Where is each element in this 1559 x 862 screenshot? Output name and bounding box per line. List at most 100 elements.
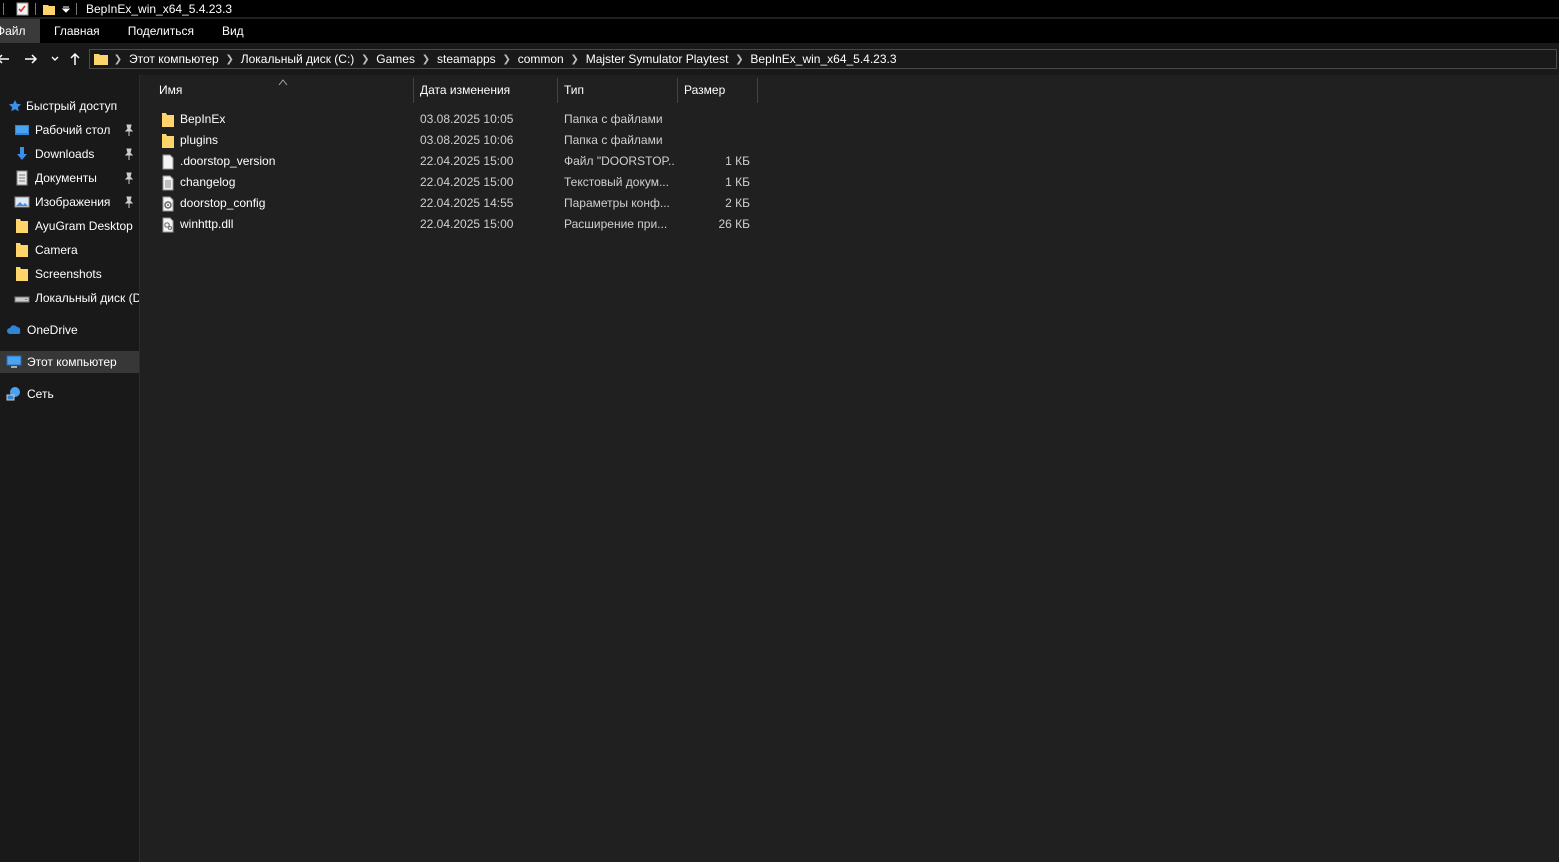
navigation-bar: ❯ Этот компьютер ❯ Локальный диск (C:) ❯… bbox=[0, 43, 1559, 75]
file-name: winhttp.dll bbox=[180, 217, 234, 231]
pin-icon[interactable] bbox=[123, 195, 135, 209]
sidebar-item-network[interactable]: Сеть bbox=[0, 383, 139, 405]
file-row-doorstop-version[interactable]: .doorstop_version 22.04.2025 15:00 Файл … bbox=[140, 151, 760, 172]
pin-icon[interactable] bbox=[123, 171, 135, 185]
desktop-icon bbox=[14, 122, 30, 138]
file-name: BepInEx bbox=[180, 112, 226, 126]
breadcrumb-item[interactable]: Majster Symulator Playtest bbox=[583, 52, 732, 66]
new-folder-icon[interactable] bbox=[42, 2, 56, 16]
file-name: plugins bbox=[180, 133, 219, 147]
breadcrumb-chevron-icon[interactable]: ❯ bbox=[731, 54, 747, 65]
breadcrumb-item[interactable]: common bbox=[515, 52, 567, 66]
file-name: changelog bbox=[180, 175, 236, 189]
star-icon bbox=[7, 98, 23, 114]
breadcrumb-chevron-icon[interactable]: ❯ bbox=[110, 54, 126, 65]
tab-view[interactable]: Вид bbox=[208, 19, 258, 43]
file-date: 22.04.2025 15:00 bbox=[420, 217, 514, 231]
file-date: 22.04.2025 15:00 bbox=[420, 175, 514, 189]
file-row-winhttp-dll[interactable]: winhttp.dll 22.04.2025 15:00 Расширение … bbox=[140, 214, 760, 235]
quick-access-separator bbox=[35, 2, 36, 15]
column-divider[interactable] bbox=[557, 78, 558, 103]
pin-icon[interactable] bbox=[123, 123, 135, 137]
recent-locations-chevron-icon[interactable] bbox=[44, 47, 66, 71]
config-file-icon bbox=[161, 196, 175, 212]
tab-share[interactable]: Поделиться bbox=[114, 19, 208, 43]
sidebar-item-camera[interactable]: Camera bbox=[0, 239, 139, 261]
text-file-icon bbox=[161, 175, 175, 191]
file-date: 03.08.2025 10:06 bbox=[420, 133, 514, 147]
cloud-icon bbox=[6, 322, 22, 338]
breadcrumb-item[interactable]: Локальный диск (C:) bbox=[238, 52, 358, 66]
sidebar-item-local-disk-d[interactable]: Локальный диск (D bbox=[0, 287, 139, 309]
file-size bbox=[690, 130, 750, 151]
column-divider[interactable] bbox=[677, 78, 678, 103]
customize-toolbar-chevron-icon[interactable] bbox=[59, 2, 73, 16]
sidebar-item-quick-access[interactable]: Быстрый доступ bbox=[0, 95, 139, 117]
sidebar-item-this-pc[interactable]: Этот компьютер bbox=[0, 351, 139, 373]
breadcrumb-item[interactable]: steamapps bbox=[434, 52, 499, 66]
file-row-doorstop-config[interactable]: doorstop_config 22.04.2025 14:55 Парамет… bbox=[140, 193, 760, 214]
column-header-type[interactable]: Тип bbox=[564, 77, 674, 103]
file-size: 1 КБ bbox=[725, 175, 750, 189]
file-row-bepinex[interactable]: BepInEx 03.08.2025 10:05 Папка с файлами bbox=[140, 109, 760, 130]
document-icon bbox=[14, 170, 30, 186]
breadcrumb-chevron-icon[interactable]: ❯ bbox=[357, 54, 373, 65]
file-date: 22.04.2025 14:55 bbox=[420, 196, 514, 210]
file-size: 1 КБ bbox=[725, 154, 750, 168]
breadcrumb-item[interactable]: Games bbox=[373, 52, 418, 66]
title-bar: BepInEx_win_x64_5.4.23.3 bbox=[0, 0, 1559, 17]
sidebar-item-onedrive[interactable]: OneDrive bbox=[0, 319, 139, 341]
file-type: Текстовый докум... bbox=[564, 175, 669, 189]
blank-file-icon bbox=[161, 154, 175, 170]
breadcrumb-chevron-icon[interactable]: ❯ bbox=[499, 54, 515, 65]
file-size bbox=[690, 109, 750, 130]
sidebar-item-documents[interactable]: Документы bbox=[0, 167, 139, 189]
file-row-changelog[interactable]: changelog 22.04.2025 15:00 Текстовый док… bbox=[140, 172, 760, 193]
ribbon-tabs: Файл Главная Поделиться Вид bbox=[0, 19, 1559, 43]
column-divider[interactable] bbox=[413, 78, 414, 103]
file-type: Параметры конф... bbox=[564, 196, 670, 210]
file-row-plugins[interactable]: plugins 03.08.2025 10:06 Папка с файлами bbox=[140, 130, 760, 151]
file-explorer-window: BepInEx_win_x64_5.4.23.3 Файл Главная По… bbox=[0, 0, 1559, 862]
file-type: Папка с файлами bbox=[564, 112, 663, 126]
quick-access-separator bbox=[76, 2, 77, 15]
navigation-pane: Быстрый доступ Рабочий стол Downloads До… bbox=[0, 75, 139, 862]
folder-icon bbox=[14, 266, 30, 282]
address-bar[interactable]: ❯ Этот компьютер ❯ Локальный диск (C:) ❯… bbox=[89, 49, 1557, 69]
network-icon bbox=[6, 386, 22, 402]
file-list: Имя Дата изменения Тип Размер BepInEx 03… bbox=[140, 75, 1559, 862]
breadcrumb-item[interactable]: Этот компьютер bbox=[126, 52, 222, 66]
sidebar-item-pictures[interactable]: Изображения bbox=[0, 191, 139, 213]
window-title: BepInEx_win_x64_5.4.23.3 bbox=[86, 1, 233, 16]
tab-home[interactable]: Главная bbox=[40, 19, 114, 43]
sidebar-item-desktop[interactable]: Рабочий стол bbox=[0, 119, 139, 141]
folder-icon bbox=[161, 133, 175, 149]
column-header-date[interactable]: Дата изменения bbox=[420, 77, 555, 103]
file-type: Файл "DOORSTOP... bbox=[564, 154, 674, 168]
dll-file-icon bbox=[161, 217, 175, 233]
back-button[interactable] bbox=[0, 47, 14, 71]
forward-button[interactable] bbox=[20, 47, 42, 71]
folder-icon bbox=[14, 242, 30, 258]
drive-icon bbox=[14, 290, 30, 306]
tab-file[interactable]: Файл bbox=[0, 19, 40, 43]
sidebar-item-screenshots[interactable]: Screenshots bbox=[0, 263, 139, 285]
column-header-name[interactable]: Имя bbox=[159, 77, 409, 103]
quick-access-separator bbox=[3, 2, 4, 15]
pictures-icon bbox=[14, 194, 30, 210]
column-header-size[interactable]: Размер bbox=[684, 77, 754, 103]
properties-checklist-icon[interactable] bbox=[15, 2, 29, 16]
breadcrumb-chevron-icon[interactable]: ❯ bbox=[222, 54, 238, 65]
breadcrumb-chevron-icon[interactable]: ❯ bbox=[567, 54, 583, 65]
file-date: 22.04.2025 15:00 bbox=[420, 154, 514, 168]
column-divider[interactable] bbox=[757, 78, 758, 103]
pin-icon[interactable] bbox=[123, 147, 135, 161]
up-button[interactable] bbox=[64, 47, 86, 71]
file-size: 26 КБ bbox=[718, 217, 750, 231]
file-size: 2 КБ bbox=[725, 196, 750, 210]
breadcrumb-item-current[interactable]: BepInEx_win_x64_5.4.23.3 bbox=[747, 52, 899, 66]
file-type: Расширение при... bbox=[564, 217, 668, 231]
sidebar-item-ayugram-desktop[interactable]: AyuGram Desktop bbox=[0, 215, 139, 237]
breadcrumb-chevron-icon[interactable]: ❯ bbox=[418, 54, 434, 65]
sidebar-item-downloads[interactable]: Downloads bbox=[0, 143, 139, 165]
